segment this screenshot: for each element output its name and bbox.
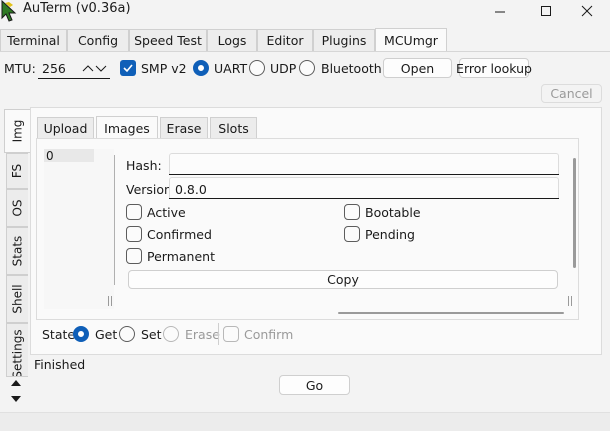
cancel-button[interactable]: Cancel [541, 84, 602, 103]
state-erase-radio[interactable] [163, 326, 179, 342]
confirm-label: Confirm [244, 327, 294, 342]
tab-config[interactable]: Config [67, 29, 129, 51]
vertical-scrollbar[interactable] [573, 158, 576, 268]
horizontal-scrollbar[interactable] [338, 312, 564, 314]
state-erase-label: Erase [185, 327, 220, 342]
subtab-images[interactable]: Images [96, 116, 158, 139]
hash-field[interactable] [169, 153, 559, 174]
mtu-label: MTU: [4, 61, 36, 76]
copy-button[interactable]: Copy [128, 270, 558, 289]
list-item[interactable]: 0 [46, 149, 54, 163]
subtab-slots[interactable]: Slots [210, 117, 257, 138]
side-tab-stats-label: Stats [10, 235, 25, 267]
maximize-icon [541, 6, 551, 16]
smp-v2-checkbox[interactable] [120, 60, 136, 76]
state-divider [218, 323, 219, 345]
permanent-checkbox[interactable] [126, 248, 142, 264]
image-list[interactable] [44, 149, 114, 309]
tab-speed-test[interactable]: Speed Test [129, 29, 207, 51]
subtab-erase[interactable]: Erase [160, 117, 208, 138]
uart-label: UART [214, 61, 248, 76]
udp-radio[interactable] [249, 60, 265, 76]
error-lookup-button[interactable]: Error lookup [456, 58, 532, 78]
maximize-button[interactable] [523, 0, 569, 22]
pending-checkbox[interactable] [344, 226, 360, 242]
confirm-checkbox[interactable] [223, 326, 239, 342]
spin-arrows-icon[interactable] [82, 62, 108, 74]
left-scroll-grip-icon[interactable] [108, 296, 112, 306]
bootable-checkbox[interactable] [344, 204, 360, 220]
side-tab-img[interactable]: Img [4, 109, 30, 153]
side-tab-stats[interactable]: Stats [6, 227, 28, 275]
hash-label: Hash: [126, 158, 162, 173]
version-field[interactable] [169, 177, 559, 198]
window-title: AuTerm (v0.36a) [23, 1, 131, 16]
minimize-button[interactable] [477, 0, 523, 22]
side-tab-settings[interactable]: Settings [6, 323, 28, 377]
tab-editor[interactable]: Editor [257, 29, 313, 51]
side-tab-shell-label: Shell [10, 284, 25, 314]
side-tab-settings-label: Settings [10, 329, 25, 377]
bluetooth-label: Bluetooth [321, 61, 382, 76]
side-tab-fs-label: FS [10, 163, 25, 179]
open-button[interactable]: Open [383, 58, 452, 78]
side-tab-os[interactable]: OS [6, 189, 28, 227]
tab-logs[interactable]: Logs [207, 29, 257, 51]
subtab-upload[interactable]: Upload [37, 117, 94, 138]
scroll-down-icon[interactable] [9, 394, 23, 404]
app-icon [0, 0, 20, 22]
tab-terminal[interactable]: Terminal [0, 29, 67, 51]
mtu-value: 256 [42, 61, 66, 76]
smp-v2-label: SMP v2 [141, 61, 187, 76]
bootable-label: Bootable [365, 205, 421, 220]
side-tab-img-label: Img [10, 119, 25, 143]
tab-panel-divider [0, 51, 610, 52]
status-text: Finished [34, 357, 86, 372]
right-scroll-grip-icon[interactable] [568, 296, 572, 306]
version-field-underline [169, 198, 559, 199]
version-value: 0.8.0 [175, 182, 207, 197]
active-label: Active [147, 205, 186, 220]
minimize-icon [495, 11, 505, 13]
side-tab-os-label: OS [10, 199, 25, 217]
go-button[interactable]: Go [279, 375, 350, 395]
hash-field-underline [169, 174, 559, 175]
close-button[interactable] [564, 0, 610, 22]
side-tab-fs[interactable]: FS [6, 153, 28, 189]
state-get-radio[interactable] [73, 326, 89, 342]
pending-label: Pending [365, 227, 415, 242]
active-checkbox[interactable] [126, 204, 142, 220]
confirmed-label: Confirmed [147, 227, 212, 242]
side-tab-shell[interactable]: Shell [6, 275, 28, 323]
check-icon [123, 64, 133, 73]
udp-label: UDP [270, 61, 297, 76]
splitter[interactable] [114, 155, 115, 285]
permanent-label: Permanent [147, 249, 215, 264]
tab-mcumgr[interactable]: MCUmgr [375, 28, 447, 52]
state-set-radio[interactable] [119, 326, 135, 342]
state-get-label: Get [95, 327, 118, 342]
confirmed-checkbox[interactable] [126, 226, 142, 242]
close-icon [581, 5, 593, 17]
bluetooth-radio[interactable] [299, 60, 315, 76]
status-bar [0, 412, 610, 431]
main-tab-bar: Terminal Config Speed Test Logs Editor P… [0, 28, 610, 52]
tab-plugins[interactable]: Plugins [313, 29, 375, 51]
scroll-up-icon[interactable] [9, 378, 23, 388]
uart-radio[interactable] [193, 60, 209, 76]
state-set-label: Set [141, 327, 162, 342]
